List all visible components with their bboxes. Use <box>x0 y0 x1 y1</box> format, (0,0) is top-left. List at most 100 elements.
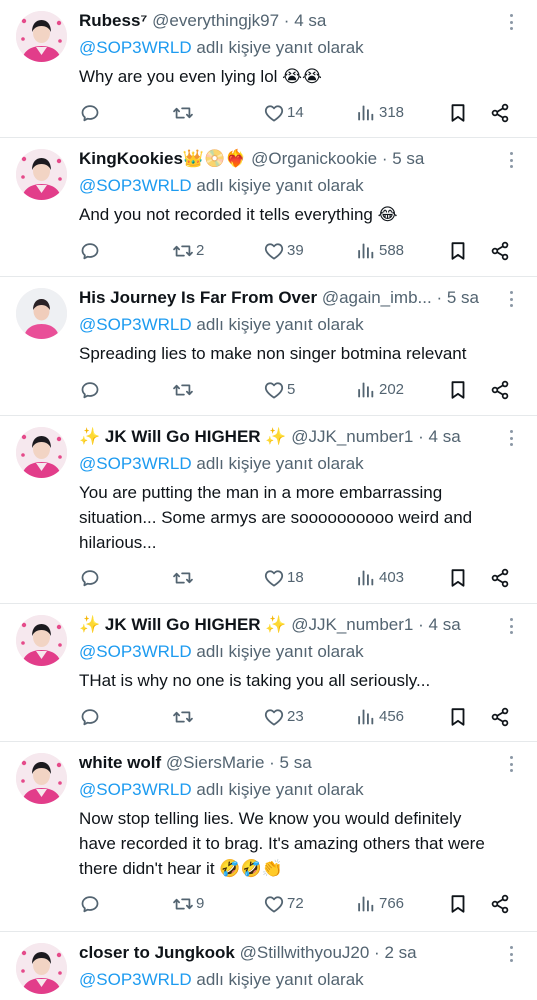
reply-suffix: adlı kişiye yanıt olarak <box>196 780 364 799</box>
like-button[interactable]: 39 <box>263 238 304 264</box>
more-dots-icon[interactable] <box>501 150 521 170</box>
more-dots-icon[interactable] <box>501 616 521 636</box>
timestamp[interactable]: 5 sa <box>447 288 479 307</box>
tweet[interactable]: Rubess⁷ @everythingjk97 · 4 sa @SOP3WRLD… <box>0 0 537 138</box>
more-dots-icon[interactable] <box>501 754 521 774</box>
user-handle[interactable]: @SiersMarie <box>166 753 265 772</box>
user-handle[interactable]: @StillwithyouJ20 <box>240 943 370 962</box>
tweet[interactable]: His Journey Is Far From Over @again_imb.… <box>0 277 537 416</box>
retweet-arrows-icon <box>172 893 194 915</box>
avatar[interactable] <box>16 615 67 666</box>
display-name[interactable]: ✨ JK Will Go HIGHER ✨ <box>79 427 286 446</box>
heart-icon <box>263 567 285 589</box>
retweet-button[interactable] <box>172 100 196 126</box>
share-button[interactable] <box>489 238 511 264</box>
bookmark-button[interactable] <box>447 891 469 917</box>
avatar[interactable] <box>16 288 67 339</box>
share-button[interactable] <box>489 891 511 917</box>
tweet[interactable]: closer to Jungkook @StillwithyouJ20 · 2 … <box>0 932 537 1000</box>
tweet[interactable]: ✨ JK Will Go HIGHER ✨ @JJK_number1 · 4 s… <box>0 416 537 604</box>
reply-button[interactable] <box>79 704 103 730</box>
views-button[interactable]: 202 <box>355 377 404 403</box>
reply-button[interactable] <box>79 238 103 264</box>
user-handle[interactable]: @JJK_number1 <box>291 615 413 634</box>
reply-button[interactable] <box>79 891 103 917</box>
share-button[interactable] <box>489 377 511 403</box>
user-handle[interactable]: @everythingjk97 <box>152 11 279 30</box>
like-button[interactable]: 23 <box>263 704 304 730</box>
views-button[interactable]: 766 <box>355 891 404 917</box>
like-button[interactable]: 14 <box>263 100 304 126</box>
share-button[interactable] <box>489 565 511 591</box>
mention-link[interactable]: @SOP3WRLD <box>79 642 192 661</box>
avatar[interactable] <box>16 943 67 994</box>
like-button[interactable]: 5 <box>263 377 295 403</box>
separator-dot: · <box>269 753 275 772</box>
view-count: 456 <box>379 708 405 725</box>
retweet-button[interactable] <box>172 377 196 403</box>
bookmark-button[interactable] <box>447 238 469 264</box>
timestamp[interactable]: 4 sa <box>429 427 461 446</box>
tweet[interactable]: KingKookies👑📀❤️‍🔥 @Organickookie · 5 sa … <box>0 138 537 277</box>
user-handle[interactable]: @again_imb... <box>322 288 432 307</box>
views-button[interactable]: 403 <box>355 565 404 591</box>
user-handle[interactable]: @Organickookie <box>251 149 377 168</box>
tweet-text: THat is why no one is taking you all ser… <box>79 671 431 690</box>
display-name[interactable]: ✨ JK Will Go HIGHER ✨ <box>79 615 286 634</box>
like-button[interactable]: 18 <box>263 565 304 591</box>
views-button[interactable]: 456 <box>355 704 404 730</box>
retweet-button[interactable]: 2 <box>172 238 204 264</box>
separator-dot: · <box>283 11 290 30</box>
share-button[interactable] <box>489 704 511 730</box>
like-count: 72 <box>287 895 304 912</box>
timestamp[interactable]: 2 sa <box>384 943 416 962</box>
bookmark-button[interactable] <box>447 100 469 126</box>
mention-link[interactable]: @SOP3WRLD <box>79 38 192 57</box>
display-name[interactable]: closer to Jungkook <box>79 943 235 962</box>
reply-button[interactable] <box>79 100 103 126</box>
user-handle[interactable]: @JJK_number1 <box>291 427 413 446</box>
display-name[interactable]: KingKookies👑📀❤️‍🔥 <box>79 149 246 168</box>
like-button[interactable]: 72 <box>263 891 304 917</box>
avatar[interactable] <box>16 11 67 62</box>
tweet[interactable]: ✨ JK Will Go HIGHER ✨ @JJK_number1 · 4 s… <box>0 604 537 742</box>
more-dots-icon[interactable] <box>501 289 521 309</box>
avatar[interactable] <box>16 753 67 804</box>
retweet-button[interactable]: 9 <box>172 891 204 917</box>
bookmark-button[interactable] <box>447 704 469 730</box>
timestamp[interactable]: 5 sa <box>392 149 424 168</box>
mention-link[interactable]: @SOP3WRLD <box>79 454 192 473</box>
more-dots-icon[interactable] <box>501 12 521 32</box>
timestamp[interactable]: 4 sa <box>294 11 326 30</box>
avatar[interactable] <box>16 149 67 200</box>
timestamp[interactable]: 5 sa <box>280 753 312 772</box>
heart-icon <box>263 706 285 728</box>
tweet[interactable]: white wolf @SiersMarie · 5 sa @SOP3WRLD … <box>0 742 537 932</box>
tweet-text: You are putting the man in a more embarr… <box>79 480 523 555</box>
mention-link[interactable]: @SOP3WRLD <box>79 315 192 334</box>
mention-link[interactable]: @SOP3WRLD <box>79 780 192 799</box>
retweet-button[interactable] <box>172 565 196 591</box>
mention-link[interactable]: @SOP3WRLD <box>79 176 192 195</box>
more-dots-icon[interactable] <box>501 428 521 448</box>
views-button[interactable]: 588 <box>355 238 404 264</box>
reply-button[interactable] <box>79 377 103 403</box>
separator-dot: · <box>436 288 443 307</box>
more-dots-icon[interactable] <box>501 944 521 964</box>
reply-button[interactable] <box>79 565 103 591</box>
avatar[interactable] <box>16 427 67 478</box>
share-button[interactable] <box>489 100 511 126</box>
mention-link[interactable]: @SOP3WRLD <box>79 970 192 989</box>
bookmark-button[interactable] <box>447 377 469 403</box>
views-bar-chart-icon <box>355 240 377 262</box>
retweet-button[interactable] <box>172 704 196 730</box>
views-button[interactable]: 318 <box>355 100 404 126</box>
tweet-text-line: Now stop telling lies. We know you would… <box>79 809 462 828</box>
display-name[interactable]: Rubess⁷ <box>79 11 147 30</box>
views-bar-chart-icon <box>355 567 377 589</box>
tweet-text: Why are you even lying lol 😭😭 <box>79 67 322 86</box>
display-name[interactable]: white wolf <box>79 753 161 772</box>
display-name[interactable]: His Journey Is Far From Over <box>79 288 317 307</box>
timestamp[interactable]: 4 sa <box>429 615 461 634</box>
bookmark-button[interactable] <box>447 565 469 591</box>
